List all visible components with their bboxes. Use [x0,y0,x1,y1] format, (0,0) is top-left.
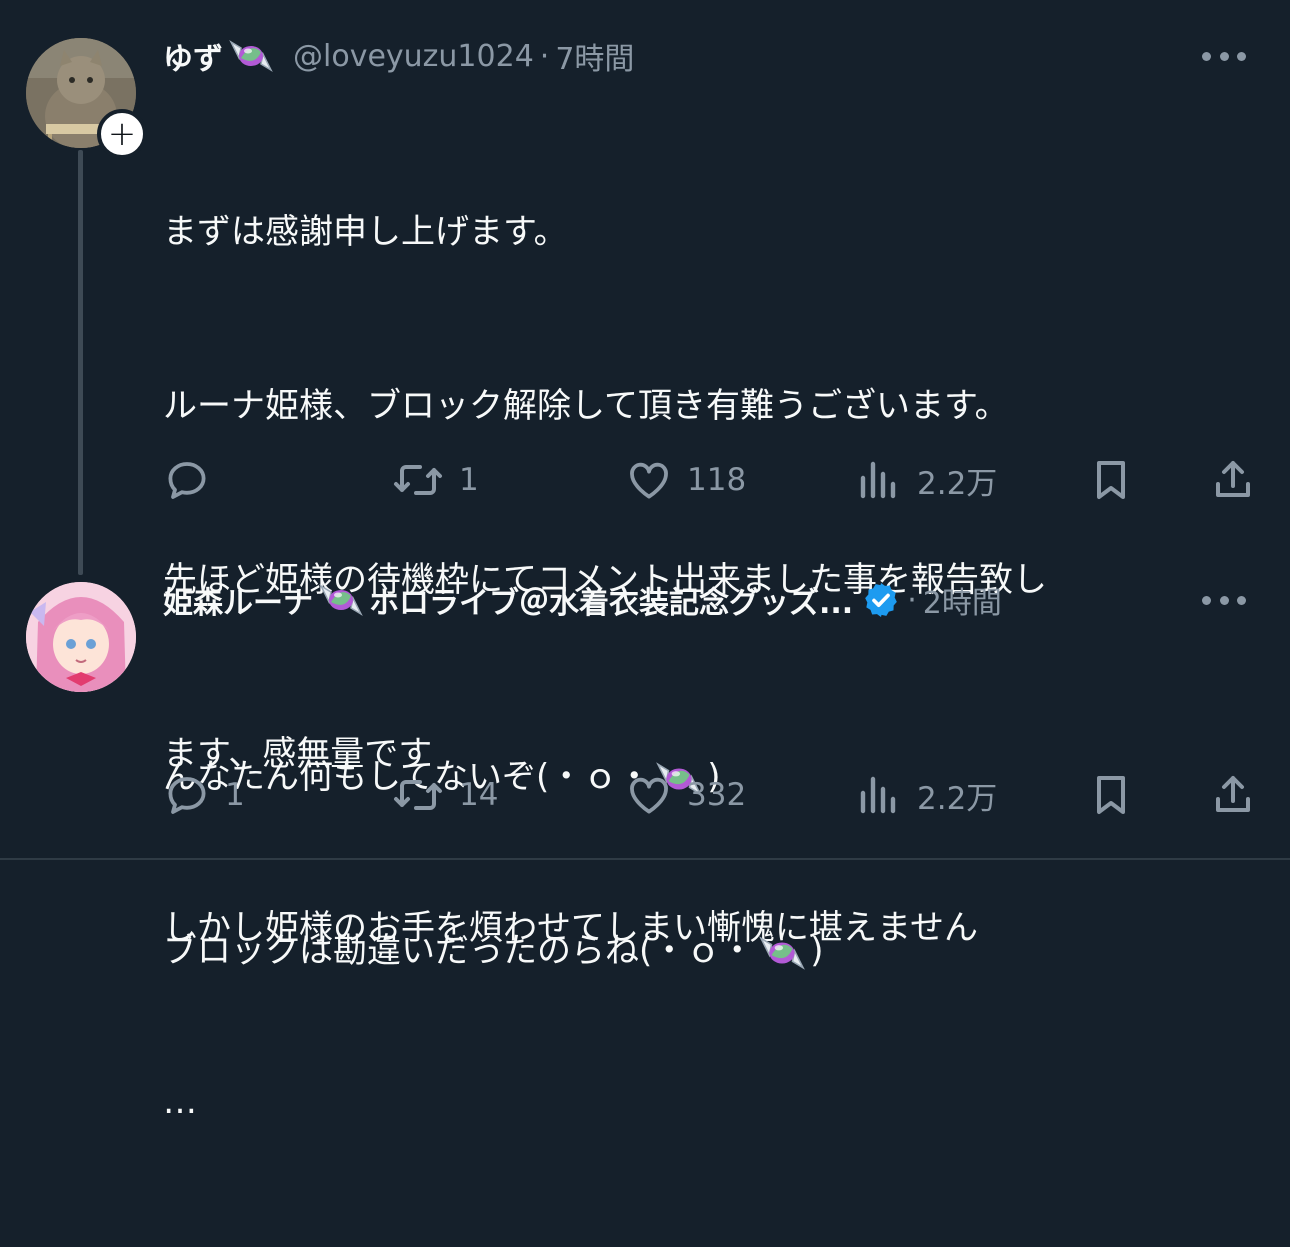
avatar-luna[interactable] [26,582,136,692]
verified-badge-icon [865,583,898,617]
action-bar: 1 118 2.2万 [163,455,1263,505]
display-name[interactable]: 姫森ルーナ [163,578,313,622]
timestamp[interactable]: 2時間 [923,578,1002,622]
tweet-text: んなたん何もしてないぞ(・ｏ・) ブロックは勘違いだったのらね(・ｏ・) [163,632,824,1096]
like-count: 332 [687,777,747,813]
divider [0,858,1290,860]
tweet-line: まずは感謝申し上げます。 [163,212,568,252]
share-icon [1216,776,1250,812]
reply-count: 1 [225,777,245,813]
tweet-header: 姫森ルーナ ホロライブ＠水着衣装記念グッズ... · 2時間 [163,578,1002,622]
tweet-line: ルーナ姫様、ブロック解除して頂き有難うございます。 [163,386,1009,426]
retweet-count: 14 [459,777,499,813]
action-bar: 1 14 332 2.2万 [163,770,1263,820]
views-button[interactable]: 2.2万 [855,770,997,820]
retweet-icon [394,465,442,495]
tweet-1[interactable]: + ゆず @loveyuzu1024 · 7時間 まずは感謝申し上げます。 ルー… [0,0,1290,1122]
bookmark-button[interactable] [1087,770,1135,820]
bookmark-icon [1097,461,1125,499]
tweet-header: ゆず @loveyuzu1024 · 7時間 [163,34,634,78]
separator-dot: · [539,38,550,74]
bookmark-button[interactable] [1087,455,1135,505]
views-count: 2.2万 [917,780,998,817]
more-icon[interactable] [1202,590,1246,610]
retweet-icon [394,780,442,810]
retweet-button[interactable]: 14 [391,770,498,820]
like-button[interactable]: 332 [625,770,746,820]
candy-emoji-icon [317,580,365,620]
tweet-line: ブロックは勘違いだったのらね(・ｏ・) [163,922,824,980]
bookmark-icon [1097,776,1125,814]
timestamp[interactable]: 7時間 [555,34,634,78]
reply-button[interactable]: 1 [163,770,245,820]
more-icon[interactable] [1202,46,1246,66]
plus-icon: + [107,114,137,154]
candy-emoji-icon [227,36,275,76]
share-icon [1216,461,1250,497]
reply-icon [168,777,206,814]
thread-line [78,150,83,575]
like-count: 118 [687,462,747,498]
share-button[interactable] [1209,455,1257,505]
separator-dot: · [907,582,917,618]
display-name-suffix[interactable]: ホロライブ＠水着衣装記念グッズ... [369,578,853,622]
display-name[interactable]: ゆず [163,34,223,78]
heart-icon [630,777,668,814]
reply-button[interactable] [163,455,225,505]
views-icon [860,461,896,499]
retweet-count: 1 [459,462,479,498]
handle[interactable]: @loveyuzu1024 [293,39,534,74]
tweet-2[interactable]: 姫森ルーナ ホロライブ＠水着衣装記念グッズ... · 2時間 んなたん何もしてな… [0,560,1290,971]
reply-icon [168,462,206,499]
views-icon [860,776,896,814]
views-button[interactable]: 2.2万 [855,455,997,505]
like-button[interactable]: 118 [625,455,746,505]
candy-emoji-icon [756,932,808,974]
retweet-button[interactable]: 1 [391,455,479,505]
heart-icon [630,462,668,499]
anime-avatar-image [26,582,136,692]
views-count: 2.2万 [917,465,998,502]
share-button[interactable] [1209,770,1257,820]
follow-button[interactable]: + [97,109,147,159]
